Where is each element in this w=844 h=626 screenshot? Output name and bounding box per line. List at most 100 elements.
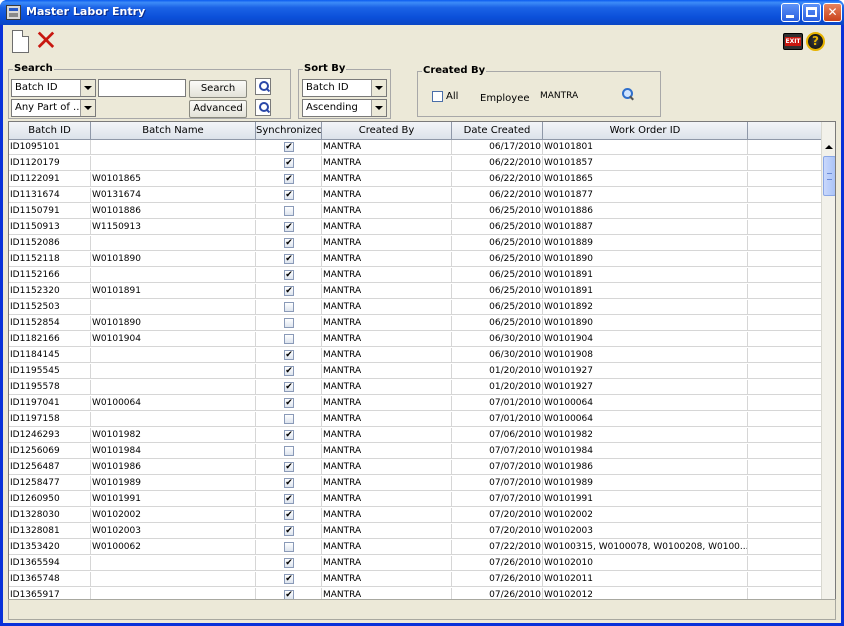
help-icon[interactable]: ?: [806, 32, 825, 51]
synchronized-checkbox[interactable]: ✔: [284, 142, 294, 152]
synchronized-checkbox[interactable]: [284, 414, 294, 424]
table-row[interactable]: ID1152320 W0101891 ✔ MANTRA 06/25/2010 W01018…: [9, 284, 821, 299]
cell-synchronized[interactable]: [256, 444, 322, 459]
cell-synchronized[interactable]: [256, 332, 322, 347]
synchronized-checkbox[interactable]: ✔: [284, 574, 294, 584]
synchronized-checkbox[interactable]: ✔: [284, 430, 294, 440]
table-row[interactable]: ID1258477 W0101989 ✔ MANTRA 07/07/2010 W01019…: [9, 476, 821, 491]
search-field-select[interactable]: Batch ID: [11, 79, 96, 97]
cell-synchronized[interactable]: ✔: [256, 492, 322, 507]
sort-order-select[interactable]: Ascending: [302, 99, 387, 117]
new-document-icon[interactable]: [12, 30, 29, 53]
cell-synchronized[interactable]: ✔: [256, 252, 322, 267]
cell-synchronized[interactable]: ✔: [256, 172, 322, 187]
chevron-down-icon[interactable]: [80, 80, 95, 96]
delete-x-icon[interactable]: ✕: [33, 27, 59, 55]
table-row[interactable]: ID1195545 ✔ MANTRA 01/20/2010 W0101927: [9, 364, 821, 379]
cell-synchronized[interactable]: ✔: [256, 140, 322, 155]
synchronized-checkbox[interactable]: ✔: [284, 270, 294, 280]
table-row[interactable]: ID1131674 W0131674 ✔ MANTRA 06/22/2010 W01018…: [9, 188, 821, 203]
cell-synchronized[interactable]: ✔: [256, 556, 322, 571]
cell-synchronized[interactable]: [256, 316, 322, 331]
table-row[interactable]: ID1353420 W0100062 MANTRA 07/22/2010 W010031…: [9, 540, 821, 555]
column-header-work-order-id[interactable]: Work Order ID: [543, 122, 748, 140]
chevron-down-icon[interactable]: [371, 100, 386, 116]
minimize-button[interactable]: [781, 3, 800, 22]
cell-synchronized[interactable]: ✔: [256, 396, 322, 411]
search-icon[interactable]: [620, 87, 634, 101]
synchronized-checkbox[interactable]: ✔: [284, 510, 294, 520]
cell-synchronized[interactable]: [256, 204, 322, 219]
synchronized-checkbox[interactable]: ✔: [284, 254, 294, 264]
column-header-synchronized[interactable]: Synchronized: [256, 122, 322, 140]
table-row[interactable]: ID1152086 ✔ MANTRA 06/25/2010 W0101889: [9, 236, 821, 251]
cell-synchronized[interactable]: ✔: [256, 284, 322, 299]
title-bar[interactable]: Master Labor Entry ✕: [0, 0, 844, 25]
cell-synchronized[interactable]: ✔: [256, 236, 322, 251]
cell-synchronized[interactable]: ✔: [256, 460, 322, 475]
table-row[interactable]: ID1150791 W0101886 MANTRA 06/25/2010 W010188…: [9, 204, 821, 219]
synchronized-checkbox[interactable]: ✔: [284, 494, 294, 504]
chevron-down-icon[interactable]: [80, 100, 95, 116]
synchronized-checkbox[interactable]: ✔: [284, 382, 294, 392]
advanced-find-icon[interactable]: [255, 99, 271, 116]
synchronized-checkbox[interactable]: ✔: [284, 478, 294, 488]
table-row[interactable]: ID1365748 ✔ MANTRA 07/26/2010 W0102011: [9, 572, 821, 587]
table-row[interactable]: ID1328081 W0102003 ✔ MANTRA 07/20/2010 W01020…: [9, 524, 821, 539]
search-match-select[interactable]: Any Part of ...: [11, 99, 96, 117]
synchronized-checkbox[interactable]: ✔: [284, 238, 294, 248]
table-row[interactable]: ID1152503 MANTRA 06/25/2010 W0101892: [9, 300, 821, 315]
table-row[interactable]: ID1328030 W0102002 ✔ MANTRA 07/20/2010 W01020…: [9, 508, 821, 523]
table-row[interactable]: ID1365594 ✔ MANTRA 07/26/2010 W0102010: [9, 556, 821, 571]
cell-synchronized[interactable]: ✔: [256, 524, 322, 539]
table-row[interactable]: ID1195578 ✔ MANTRA 01/20/2010 W0101927: [9, 380, 821, 395]
table-row[interactable]: ID1260950 W0101991 ✔ MANTRA 07/07/2010 W01019…: [9, 492, 821, 507]
scroll-up-icon[interactable]: [822, 140, 835, 155]
cell-synchronized[interactable]: ✔: [256, 268, 322, 283]
table-row[interactable]: ID1184145 ✔ MANTRA 06/30/2010 W0101908: [9, 348, 821, 363]
synchronized-checkbox[interactable]: ✔: [284, 526, 294, 536]
search-button[interactable]: Search: [189, 80, 247, 98]
synchronized-checkbox[interactable]: ✔: [284, 174, 294, 184]
synchronized-checkbox[interactable]: ✔: [284, 398, 294, 408]
close-button[interactable]: ✕: [823, 3, 842, 22]
synchronized-checkbox[interactable]: [284, 206, 294, 216]
synchronized-checkbox[interactable]: [284, 446, 294, 456]
synchronized-checkbox[interactable]: [284, 302, 294, 312]
table-row[interactable]: ID1122091 W0101865 ✔ MANTRA 06/22/2010 W01018…: [9, 172, 821, 187]
synchronized-checkbox[interactable]: ✔: [284, 222, 294, 232]
synchronized-checkbox[interactable]: [284, 542, 294, 552]
all-checkbox[interactable]: [432, 91, 443, 102]
synchronized-checkbox[interactable]: ✔: [284, 350, 294, 360]
cell-synchronized[interactable]: [256, 412, 322, 427]
table-row[interactable]: ID1095101 ✔ MANTRA 06/17/2010 W0101801: [9, 140, 821, 155]
column-header-date-created[interactable]: Date Created: [452, 122, 543, 140]
cell-synchronized[interactable]: ✔: [256, 348, 322, 363]
table-row[interactable]: ID1152166 ✔ MANTRA 06/25/2010 W0101891: [9, 268, 821, 283]
table-row[interactable]: ID1150913 W1150913 ✔ MANTRA 06/25/2010 W01018…: [9, 220, 821, 235]
advanced-button[interactable]: Advanced: [189, 100, 247, 118]
maximize-button[interactable]: [802, 3, 821, 22]
cell-synchronized[interactable]: ✔: [256, 428, 322, 443]
cell-synchronized[interactable]: ✔: [256, 508, 322, 523]
vertical-scrollbar[interactable]: [821, 122, 835, 611]
table-row[interactable]: ID1197041 W0100064 ✔ MANTRA 07/01/2010 W01000…: [9, 396, 821, 411]
cell-synchronized[interactable]: [256, 540, 322, 555]
exit-icon[interactable]: EXIT: [783, 33, 803, 50]
column-header-created-by[interactable]: Created By: [322, 122, 452, 140]
synchronized-checkbox[interactable]: ✔: [284, 190, 294, 200]
table-row[interactable]: ID1182166 W0101904 MANTRA 06/30/2010 W010190…: [9, 332, 821, 347]
table-row[interactable]: ID1152854 W0101890 MANTRA 06/25/2010 W010189…: [9, 316, 821, 331]
sort-field-select[interactable]: Batch ID: [302, 79, 387, 97]
synchronized-checkbox[interactable]: ✔: [284, 558, 294, 568]
table-row[interactable]: ID1256069 W0101984 MANTRA 07/07/2010 W010198…: [9, 444, 821, 459]
cell-synchronized[interactable]: ✔: [256, 380, 322, 395]
find-icon[interactable]: [255, 78, 271, 95]
column-header-batch-name[interactable]: Batch Name: [91, 122, 256, 140]
synchronized-checkbox[interactable]: ✔: [284, 462, 294, 472]
synchronized-checkbox[interactable]: [284, 334, 294, 344]
synchronized-checkbox[interactable]: ✔: [284, 366, 294, 376]
table-row[interactable]: ID1197158 MANTRA 07/01/2010 W0100064: [9, 412, 821, 427]
synchronized-checkbox[interactable]: [284, 318, 294, 328]
cell-synchronized[interactable]: ✔: [256, 572, 322, 587]
